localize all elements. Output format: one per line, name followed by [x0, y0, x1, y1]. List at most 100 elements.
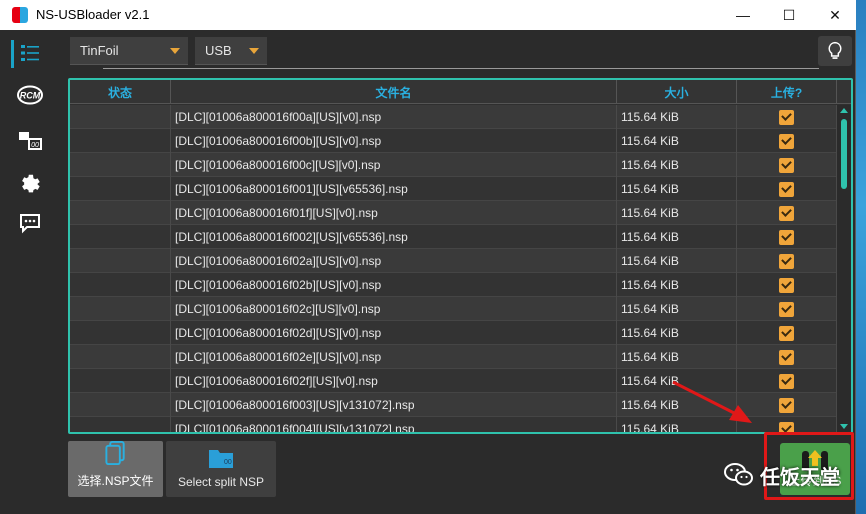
scroll-up-arrow-icon[interactable]: [840, 108, 848, 113]
cell-upload: [737, 273, 837, 297]
table-scrollbar[interactable]: [837, 105, 851, 432]
select-split-nsp-label: Select split NSP: [177, 475, 265, 489]
protocol-select[interactable]: TinFoil: [70, 37, 188, 65]
maximize-button[interactable]: ☐: [766, 0, 812, 30]
cell-filename: [DLC][01006a800016f01f][US][v0].nsp: [171, 201, 617, 225]
protocol-select-value: TinFoil: [80, 43, 119, 58]
upload-checkbox[interactable]: [779, 301, 794, 317]
app-icon: [12, 7, 28, 23]
table-row[interactable]: [DLC][01006a800016f02e][US][v0].nsp 115.6…: [70, 345, 837, 369]
cell-status: [70, 129, 171, 153]
table-body: [DLC][01006a800016f00a][US][v0].nsp 115.6…: [70, 105, 837, 432]
upload-checkbox[interactable]: [779, 277, 794, 293]
window-title: NS-USBloader v2.1: [36, 7, 150, 22]
cell-size: 115.64 KiB: [617, 129, 737, 153]
cell-size: 115.64 KiB: [617, 177, 737, 201]
upload-checkbox[interactable]: [779, 349, 794, 365]
connection-select-value: USB: [205, 43, 232, 58]
theme-toggle-button[interactable]: [818, 36, 852, 66]
upload-checkbox[interactable]: [779, 229, 794, 245]
cell-filename: [DLC][01006a800016f02c][US][v0].nsp: [171, 297, 617, 321]
table-row[interactable]: [DLC][01006a800016f002][US][v65536].nsp 1…: [70, 225, 837, 249]
cell-upload: [737, 201, 837, 225]
cell-size: 115.64 KiB: [617, 225, 737, 249]
sidebar-item-settings[interactable]: [12, 166, 48, 200]
cell-filename: [DLC][01006a800016f001][US][v65536].nsp: [171, 177, 617, 201]
scroll-thumb[interactable]: [841, 119, 847, 189]
cell-filename: [DLC][01006a800016f002][US][v65536].nsp: [171, 225, 617, 249]
cell-size: 115.64 KiB: [617, 105, 737, 129]
upload-checkbox[interactable]: [779, 133, 794, 149]
select-split-nsp-button[interactable]: 00 Select split NSP: [166, 441, 276, 497]
sidebar-item-log[interactable]: [12, 206, 48, 240]
cell-filename: [DLC][01006a800016f00a][US][v0].nsp: [171, 105, 617, 129]
cell-status: [70, 345, 171, 369]
cell-filename: [DLC][01006a800016f003][US][v131072].nsp: [171, 393, 617, 417]
cell-upload: [737, 225, 837, 249]
close-button[interactable]: ✕: [812, 0, 858, 30]
column-header-upload[interactable]: 上传?: [737, 80, 837, 104]
files-icon: [104, 441, 125, 466]
column-header-filename[interactable]: 文件名: [171, 80, 617, 104]
cell-upload: [737, 393, 837, 417]
upload-checkbox[interactable]: [779, 205, 794, 221]
connection-select[interactable]: USB: [195, 37, 267, 65]
upload-checkbox[interactable]: [779, 373, 794, 389]
cell-filename: [DLC][01006a800016f00b][US][v0].nsp: [171, 129, 617, 153]
toolbar-divider: [103, 68, 819, 69]
svg-text:00: 00: [224, 459, 232, 466]
table-row[interactable]: [DLC][01006a800016f003][US][v131072].nsp…: [70, 393, 837, 417]
cell-size: 115.64 KiB: [617, 321, 737, 345]
split-merge-icon-label: 00: [31, 142, 39, 149]
table-row[interactable]: [DLC][01006a800016f02a][US][v0].nsp 115.6…: [70, 249, 837, 273]
upload-checkbox[interactable]: [779, 181, 794, 197]
rcm-icon-label: RCM: [20, 91, 41, 101]
table-row[interactable]: [DLC][01006a800016f01f][US][v0].nsp 115.6…: [70, 201, 837, 225]
table-row[interactable]: [DLC][01006a800016f001][US][v65536].nsp 1…: [70, 177, 837, 201]
chat-icon: [20, 214, 40, 234]
title-bar: NS-USBloader v2.1 — ☐ ✕: [0, 0, 856, 30]
sidebar-item-files[interactable]: [11, 36, 48, 70]
cell-status: [70, 273, 171, 297]
table-row[interactable]: [DLC][01006a800016f02d][US][v0].nsp 115.6…: [70, 321, 837, 345]
table-row[interactable]: [DLC][01006a800016f02b][US][v0].nsp 115.6…: [70, 273, 837, 297]
table-row[interactable]: [DLC][01006a800016f00c][US][v0].nsp 115.6…: [70, 153, 837, 177]
cell-status: [70, 249, 171, 273]
cell-size: 115.64 KiB: [617, 345, 737, 369]
upload-checkbox[interactable]: [779, 397, 794, 413]
cell-filename: [DLC][01006a800016f02f][US][v0].nsp: [171, 369, 617, 393]
cell-upload: [737, 177, 837, 201]
cell-status: [70, 225, 171, 249]
table-row[interactable]: [DLC][01006a800016f004][US][v131072].nsp…: [70, 417, 837, 432]
scroll-down-arrow-icon[interactable]: [840, 424, 848, 429]
cell-size: 115.64 KiB: [617, 273, 737, 297]
table-row[interactable]: [DLC][01006a800016f02c][US][v0].nsp 115.6…: [70, 297, 837, 321]
cell-status: [70, 153, 171, 177]
cell-size: 115.64 KiB: [617, 393, 737, 417]
column-header-status[interactable]: 状态: [70, 80, 171, 104]
sidebar: RCM 00: [0, 30, 60, 514]
gear-icon: [22, 174, 40, 193]
sidebar-item-split-merge[interactable]: 00: [12, 124, 48, 158]
cell-size: 115.64 KiB: [617, 297, 737, 321]
column-header-size[interactable]: 大小: [617, 80, 737, 104]
cell-upload: [737, 321, 837, 345]
upload-checkbox[interactable]: [779, 109, 794, 125]
cell-upload: [737, 249, 837, 273]
select-nsp-button[interactable]: 选择.NSP文件: [68, 441, 163, 497]
cell-status: [70, 321, 171, 345]
desktop-background: [855, 0, 866, 514]
file-table: 状态 文件名 大小 上传? [DLC][01006a800016f00a][US…: [68, 78, 853, 434]
upload-checkbox[interactable]: [779, 157, 794, 173]
watermark-text: 任饭天堂: [760, 466, 840, 489]
chevron-down-icon: [170, 48, 180, 54]
table-row[interactable]: [DLC][01006a800016f00b][US][v0].nsp 115.6…: [70, 129, 837, 153]
table-row[interactable]: [DLC][01006a800016f00a][US][v0].nsp 115.6…: [70, 105, 837, 129]
upload-checkbox[interactable]: [779, 325, 794, 341]
upload-checkbox[interactable]: [779, 253, 794, 269]
table-row[interactable]: [DLC][01006a800016f02f][US][v0].nsp 115.6…: [70, 369, 837, 393]
sidebar-item-rcm[interactable]: RCM: [12, 78, 48, 112]
minimize-button[interactable]: —: [720, 0, 766, 30]
cell-size: 115.64 KiB: [617, 417, 737, 432]
select-nsp-label: 选择.NSP文件: [77, 474, 154, 488]
